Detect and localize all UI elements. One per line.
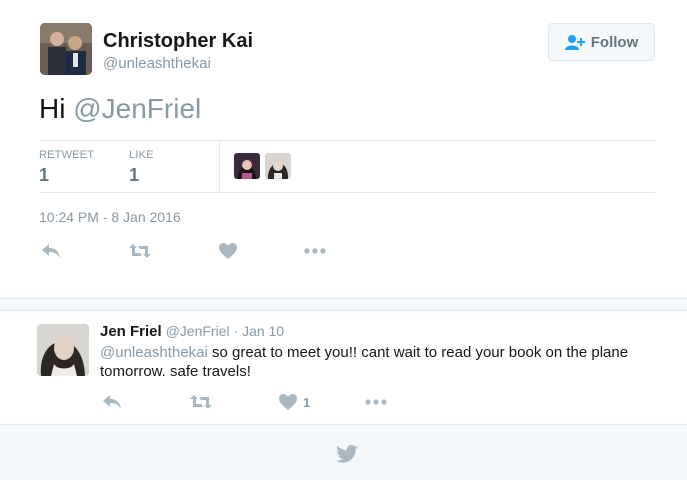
like-button[interactable] [219,243,237,259]
stats-divider [219,141,220,192]
more-button[interactable] [304,243,326,259]
author-handle[interactable]: @unleashthekai [103,55,211,72]
twitter-bird-icon[interactable] [336,445,358,468]
reply-retweet-button[interactable] [190,394,212,410]
reply-reply-button[interactable] [102,394,122,410]
reply-icon [41,243,61,259]
reply-separator: · [233,323,239,339]
liker-avatar[interactable] [265,153,291,179]
tweet-mention-link[interactable]: @JenFriel [73,93,201,124]
more-icon [365,394,387,410]
reply-button[interactable] [41,243,61,259]
reply-author-avatar[interactable] [37,324,89,376]
tweet-stats: RETWEET 1 LIKE 1 [39,140,655,193]
add-user-icon [564,34,585,50]
retweet-icon [190,394,212,410]
reply-actions: 1 [102,394,402,414]
main-tweet: Christopher Kai @unleashthekai Follow Hi… [0,0,687,298]
reply-header: Jen Friel @JenFriel · Jan 10 [100,323,284,340]
tweet-timestamp[interactable]: 10:24 PM - 8 Jan 2016 [39,209,181,225]
retweet-stat-count: 1 [39,165,50,185]
like-stat-label: LIKE [129,149,154,161]
follow-button[interactable]: Follow [548,23,655,61]
reply-tweet[interactable]: Jen Friel @JenFriel · Jan 10 @unleashthe… [0,311,687,424]
reply-author-handle[interactable]: @JenFriel [166,323,230,339]
reply-like-button[interactable]: 1 [279,394,310,410]
liker-avatar[interactable] [234,153,260,179]
retweet-stat[interactable]: RETWEET 1 [39,149,94,186]
tweet-text: Hi @JenFriel [39,93,201,125]
retweet-button[interactable] [129,243,151,259]
like-stat[interactable]: LIKE 1 [129,149,154,186]
footer [0,424,687,480]
author-name[interactable]: Christopher Kai [103,30,253,53]
tweet-text-prefix: Hi [39,93,74,124]
author-avatar[interactable] [40,23,92,75]
reply-text: @unleashthekai so great to meet you!! ca… [100,343,660,381]
tweet-actions [39,243,655,263]
reply-icon [102,394,122,410]
like-stat-count: 1 [129,165,140,185]
reply-more-button[interactable] [365,394,387,410]
retweet-stat-label: RETWEET [39,149,95,161]
heart-icon [219,243,237,259]
reply-mention-link[interactable]: @unleashthekai [100,344,208,361]
follow-label: Follow [590,33,639,51]
reply-like-count: 1 [303,394,311,410]
retweet-icon [129,243,151,259]
reply-date[interactable]: Jan 10 [242,323,284,339]
more-icon [304,243,326,259]
heart-icon [279,394,297,410]
section-divider [0,298,687,311]
reply-author-name[interactable]: Jen Friel [100,323,162,340]
